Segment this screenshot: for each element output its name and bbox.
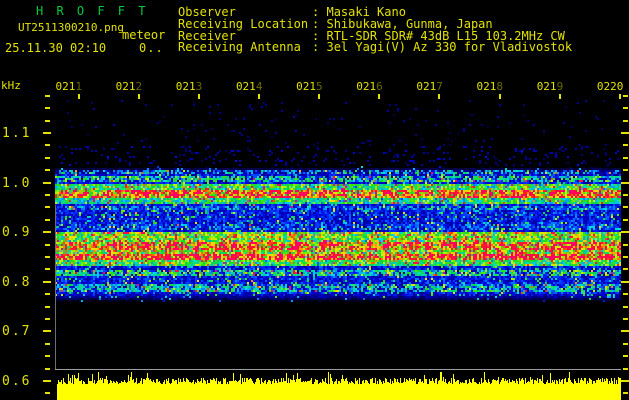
freq-minor-tick-right bbox=[623, 194, 628, 196]
time-tick-label: 0213 bbox=[175, 80, 203, 93]
time-tick bbox=[318, 94, 321, 99]
freq-minor-tick bbox=[45, 95, 50, 97]
freq-minor-tick bbox=[45, 343, 50, 345]
time-tick-label-last-digit: 1 bbox=[75, 80, 82, 93]
freq-minor-tick-right bbox=[623, 107, 628, 109]
freq-minor-tick bbox=[45, 368, 50, 370]
freq-tick-label: 0.7 bbox=[2, 324, 32, 339]
time-tick-label-last-digit: 5 bbox=[315, 80, 323, 93]
freq-minor-tick bbox=[45, 355, 50, 357]
app-title: H R O F F T bbox=[36, 4, 149, 18]
time-tick-label-last-digit: 9 bbox=[556, 80, 564, 93]
time-tick-label-last-digit: 8 bbox=[496, 80, 504, 93]
freq-minor-tick-right bbox=[623, 95, 628, 97]
time-tick-label: 0211 bbox=[55, 80, 83, 93]
hrofft-spectrogram-screen: H R O F F T UT2511300210.png meteor 25.1… bbox=[0, 0, 629, 400]
freq-minor-tick bbox=[45, 268, 50, 270]
freq-minor-tick bbox=[45, 256, 50, 258]
time-tick-label-last-digit: 7 bbox=[436, 80, 443, 93]
freq-minor-tick bbox=[45, 194, 50, 196]
freq-minor-tick-right bbox=[623, 318, 628, 320]
time-tick bbox=[197, 94, 200, 99]
freq-minor-tick bbox=[45, 120, 50, 122]
freq-major-tick bbox=[43, 380, 51, 382]
freq-minor-tick bbox=[45, 206, 50, 208]
time-tick bbox=[77, 94, 80, 99]
freq-minor-tick-right bbox=[623, 157, 628, 159]
antenna-value: : 3el Yagi(V) Az 330 for Vladivostok bbox=[312, 40, 573, 54]
y-axis-unit-label: kHz bbox=[1, 79, 21, 92]
echo-counter: 0.. bbox=[139, 41, 164, 55]
time-tick-label: 0214 bbox=[235, 80, 263, 93]
time-tick-label-last-digit: 6 bbox=[376, 80, 383, 93]
freq-minor-tick-right bbox=[623, 144, 628, 146]
freq-major-tick bbox=[43, 330, 51, 332]
freq-minor-tick-right bbox=[623, 368, 628, 370]
freq-major-tick-right bbox=[620, 281, 629, 283]
signal-meter-canvas bbox=[55, 370, 621, 400]
plot-left-edge-line bbox=[55, 205, 56, 369]
freq-tick-label: 1.1 bbox=[2, 126, 32, 141]
time-tick-label-last-digit: 4 bbox=[255, 80, 263, 93]
time-tick-label: 0218 bbox=[476, 80, 504, 93]
freq-minor-tick bbox=[45, 157, 50, 159]
spectrogram-canvas bbox=[55, 100, 621, 369]
time-tick-label: 0219 bbox=[536, 80, 564, 93]
freq-minor-tick-right bbox=[623, 268, 628, 270]
freq-minor-tick-right bbox=[623, 169, 628, 171]
freq-minor-tick bbox=[45, 144, 50, 146]
time-tick-label: 0217 bbox=[416, 80, 443, 93]
time-tick-label-last-digit: 2 bbox=[135, 80, 143, 93]
freq-major-tick-right bbox=[620, 231, 629, 233]
freq-minor-tick-right bbox=[623, 392, 628, 394]
freq-minor-tick bbox=[45, 244, 50, 246]
freq-major-tick-right bbox=[620, 330, 629, 332]
time-tick-label-last-digit: 3 bbox=[195, 80, 203, 93]
mode-label: meteor bbox=[122, 28, 166, 42]
datetime-label: 25.11.30 02:10 bbox=[5, 41, 107, 55]
time-tick bbox=[558, 94, 561, 99]
freq-major-tick bbox=[43, 182, 51, 184]
freq-minor-tick bbox=[45, 169, 50, 171]
freq-tick-label: 1.0 bbox=[2, 176, 32, 191]
freq-major-tick-right bbox=[620, 132, 629, 134]
time-tick-label: 0216 bbox=[356, 80, 383, 93]
time-tick bbox=[378, 94, 381, 99]
freq-minor-tick-right bbox=[623, 256, 628, 258]
antenna-label: Receiving Antenna bbox=[178, 40, 301, 54]
time-tick-label: 0212 bbox=[115, 80, 143, 93]
freq-tick-label: 0.6 bbox=[2, 374, 32, 389]
freq-minor-tick-right bbox=[623, 219, 628, 221]
freq-major-tick bbox=[43, 231, 51, 233]
freq-minor-tick-right bbox=[623, 306, 628, 308]
freq-major-tick bbox=[43, 132, 51, 134]
freq-minor-tick-right bbox=[623, 244, 628, 246]
time-tick bbox=[618, 94, 621, 99]
freq-minor-tick bbox=[45, 306, 50, 308]
time-tick bbox=[438, 94, 441, 99]
freq-tick-label: 0.8 bbox=[2, 275, 32, 290]
freq-minor-tick-right bbox=[623, 206, 628, 208]
freq-minor-tick bbox=[45, 318, 50, 320]
freq-minor-tick bbox=[45, 293, 50, 295]
output-filename: UT2511300210.png bbox=[18, 21, 124, 34]
freq-major-tick-right bbox=[620, 182, 629, 184]
time-tick bbox=[257, 94, 260, 99]
freq-tick-label: 0.9 bbox=[2, 225, 32, 240]
time-tick bbox=[498, 94, 501, 99]
time-tick bbox=[137, 94, 140, 99]
freq-minor-tick bbox=[45, 107, 50, 109]
freq-major-tick bbox=[43, 281, 51, 283]
freq-minor-tick-right bbox=[623, 120, 628, 122]
freq-minor-tick-right bbox=[623, 343, 628, 345]
time-tick-label: 0220 bbox=[596, 80, 624, 93]
freq-minor-tick-right bbox=[623, 355, 628, 357]
freq-minor-tick-right bbox=[623, 293, 628, 295]
freq-major-tick-right bbox=[620, 380, 629, 382]
freq-minor-tick bbox=[45, 392, 50, 394]
time-tick-label: 0215 bbox=[296, 80, 323, 93]
freq-minor-tick bbox=[45, 219, 50, 221]
